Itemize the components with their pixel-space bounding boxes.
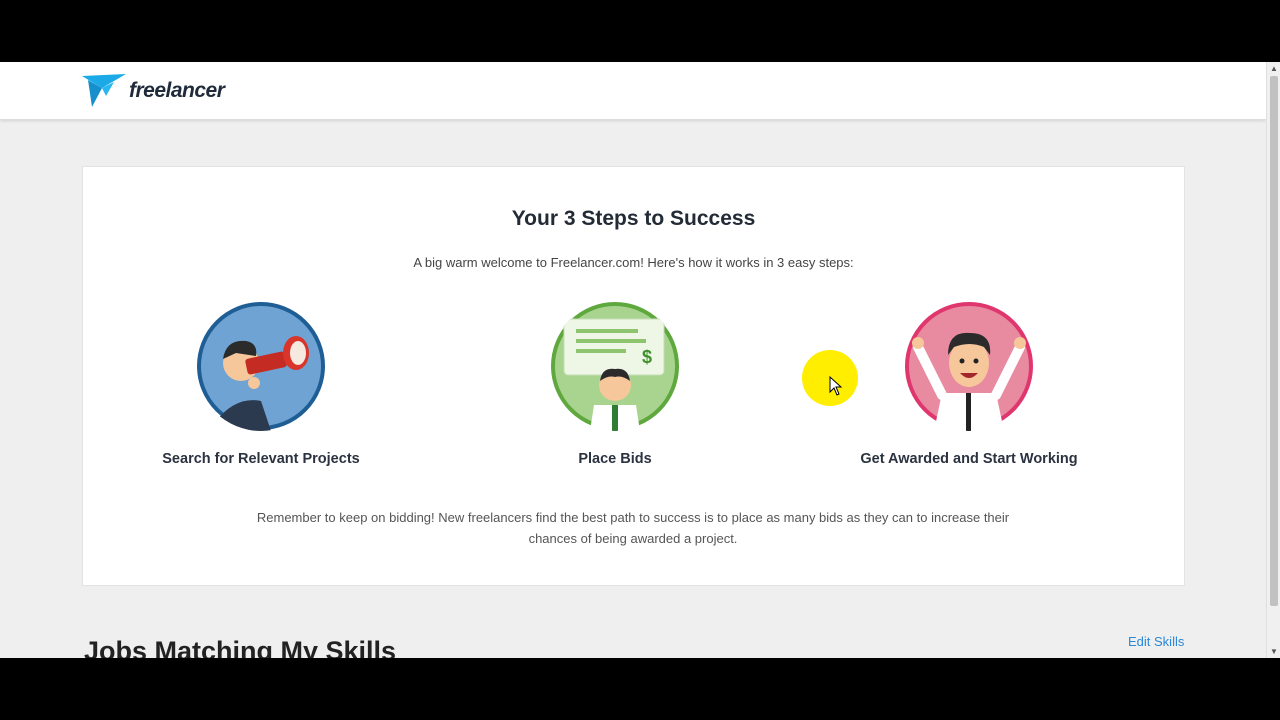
freelancer-bird-icon bbox=[82, 74, 126, 107]
card-subtitle: A big warm welcome to Freelancer.com! He… bbox=[413, 255, 854, 270]
bidding-reminder-text: Remember to keep on bidding! New freelan… bbox=[256, 510, 1010, 546]
mouse-pointer-icon bbox=[829, 376, 843, 396]
card-title: Your 3 Steps to Success bbox=[511, 207, 756, 230]
scroll-down-arrow-icon[interactable]: ▼ bbox=[1270, 647, 1278, 656]
edit-skills-link[interactable]: Edit Skills bbox=[1128, 634, 1184, 649]
celebrating-man-icon bbox=[904, 301, 1034, 431]
step-place-bids: $ Place Bids bbox=[485, 301, 745, 467]
vertical-scrollbar[interactable]: ▲ ▼ bbox=[1266, 62, 1280, 658]
svg-text:$: $ bbox=[642, 347, 652, 367]
freelancer-logo[interactable]: freelancer bbox=[82, 74, 225, 108]
step-get-awarded: Get Awarded and Start Working bbox=[839, 301, 1099, 467]
jobs-matching-heading: Jobs Matching My Skills bbox=[84, 636, 397, 658]
step-search: Search for Relevant Projects bbox=[131, 301, 391, 467]
step-label: Get Awarded and Start Working bbox=[860, 451, 1078, 467]
top-navigation-bar: freelancer bbox=[0, 62, 1266, 120]
steps-to-success-card: Your 3 Steps to Success A big warm welco… bbox=[82, 166, 1185, 586]
scroll-up-arrow-icon[interactable]: ▲ bbox=[1270, 64, 1278, 73]
page-viewport: freelancer Your 3 Steps to Success A big… bbox=[0, 62, 1280, 658]
telescope-man-icon bbox=[196, 301, 326, 431]
step-label: Search for Relevant Projects bbox=[162, 451, 360, 467]
check-bid-icon: $ bbox=[550, 301, 680, 431]
step-label: Place Bids bbox=[578, 451, 652, 467]
scrollbar-thumb[interactable] bbox=[1270, 76, 1278, 606]
brand-name: freelancer bbox=[129, 79, 225, 102]
